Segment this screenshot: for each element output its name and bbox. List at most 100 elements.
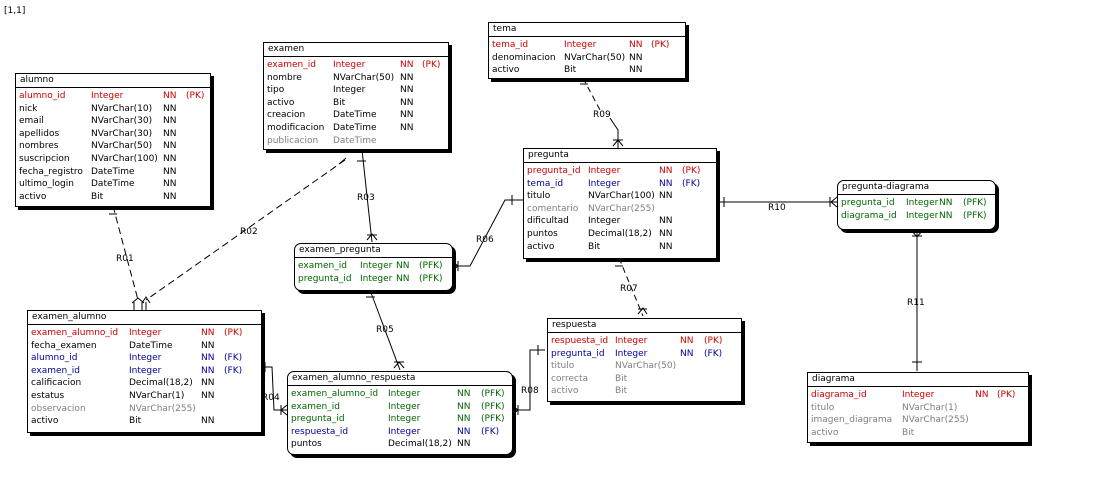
- column-name: observacion: [31, 403, 86, 414]
- column-null: NN: [163, 153, 177, 164]
- column-row[interactable]: activo Bit: [811, 427, 1028, 440]
- column-row[interactable]: email NVarChar(30) NN: [19, 115, 210, 128]
- column-row[interactable]: fecha_registro DateTime NN: [19, 166, 210, 179]
- column-row[interactable]: suscripcion NVarChar(100) NN: [19, 153, 210, 166]
- column-type: Integer: [588, 178, 621, 189]
- column-row[interactable]: observacion NVarChar(255): [31, 403, 261, 416]
- column-row[interactable]: activo Bit NN: [527, 241, 716, 254]
- column-row[interactable]: nombres NVarChar(50) NN: [19, 140, 210, 153]
- relationship-r08[interactable]: [511, 345, 545, 416]
- column-row[interactable]: examen_alumno_id Integer NN (PK): [31, 327, 261, 340]
- column-row[interactable]: alumno_id Integer NN (FK): [31, 352, 261, 365]
- column-type: NVarChar(50): [333, 72, 395, 83]
- column-row[interactable]: titulo NVarChar(1): [811, 402, 1028, 415]
- column-row[interactable]: correcta Bit: [551, 373, 741, 386]
- column-name: diagrama_id: [841, 210, 897, 221]
- column-row[interactable]: activo Bit NN: [31, 415, 261, 428]
- column-row[interactable]: calificacion Decimal(18,2) NN: [31, 377, 261, 390]
- column-row[interactable]: fecha_examen DateTime NN: [31, 340, 261, 353]
- column-null: NN: [939, 210, 953, 221]
- entity-examen[interactable]: examen examen_id Integer NN (PK) nombre NVarC…: [263, 42, 449, 150]
- column-row[interactable]: examen_alumno_id Integer NN (PFK): [291, 388, 512, 401]
- column-null: NN: [629, 52, 643, 63]
- column-row[interactable]: titulo NVarChar(100) NN: [527, 190, 716, 203]
- column-null: NN: [201, 353, 215, 364]
- column-row[interactable]: tema_id Integer NN (FK): [527, 178, 716, 191]
- column-row[interactable]: activo Bit NN: [267, 97, 448, 110]
- column-null: NN: [939, 198, 953, 208]
- column-row[interactable]: examen_id Integer NN (FK): [31, 365, 261, 378]
- column-row[interactable]: denominacion NVarChar(50) NN: [492, 52, 685, 65]
- entity-pregunta[interactable]: pregunta pregunta_id Integer NN (PK) tema_id…: [523, 148, 717, 259]
- column-row[interactable]: nombre NVarChar(50) NN: [267, 72, 448, 85]
- column-key: (PFK): [419, 261, 443, 271]
- column-row[interactable]: examen_id Integer NN (PK): [267, 59, 448, 72]
- entity-tema[interactable]: tema tema_id Integer NN (PK) denominacion NVa…: [488, 22, 686, 79]
- column-name: pregunta_id: [841, 198, 895, 208]
- column-row[interactable]: activo Bit: [551, 385, 741, 398]
- column-row[interactable]: pregunta_id Integer NN (PFK): [841, 197, 995, 210]
- column-row[interactable]: diagrama_id Integer NN (PFK): [841, 210, 995, 223]
- entity-respuesta[interactable]: respuesta respuesta_id Integer NN (PK) pregu…: [547, 318, 742, 402]
- column-row[interactable]: activo Bit NN: [492, 64, 685, 77]
- column-type: NVarChar(30): [91, 116, 153, 127]
- column-row[interactable]: publicacion DateTime: [267, 135, 448, 148]
- relationship-label-r05: R05: [376, 325, 394, 335]
- column-row[interactable]: creacion DateTime NN: [267, 109, 448, 122]
- column-row[interactable]: respuesta_id Integer NN (PK): [551, 335, 741, 348]
- column-null: NN: [680, 336, 694, 346]
- column-row[interactable]: dificultad Integer NN: [527, 215, 716, 228]
- column-row[interactable]: examen_id Integer NN (PFK): [291, 401, 512, 414]
- relationship-label-r04: R04: [262, 393, 280, 403]
- column-type: Integer: [333, 60, 366, 70]
- column-list: diagrama_id Integer NN (PK) titulo NVarChar(1…: [808, 387, 1028, 441]
- column-row[interactable]: diagrama_id Integer NN (PK): [811, 389, 1028, 402]
- column-row[interactable]: pregunta_id Integer NN (PFK): [298, 273, 452, 286]
- column-row[interactable]: tipo Integer NN: [267, 84, 448, 97]
- column-type: Integer: [388, 414, 421, 425]
- column-row[interactable]: pregunta_id Integer NN (PK): [527, 165, 716, 178]
- relationship-r04[interactable]: [260, 362, 288, 416]
- relationship-label-r03: R03: [357, 193, 375, 203]
- column-row[interactable]: puntos Decimal(18,2) NN: [527, 228, 716, 241]
- entity-examen-alumno[interactable]: examen_alumno examen_alumno_id Integer NN (…: [27, 310, 262, 433]
- entity-examen-pregunta[interactable]: examen_pregunta examen_id Integer NN (PFK) p…: [294, 243, 453, 291]
- column-type: NVarChar(255): [588, 203, 655, 214]
- column-null: NN: [659, 241, 673, 252]
- column-row[interactable]: pregunta_id Integer NN (PFK): [291, 413, 512, 426]
- column-key: (PK): [682, 166, 701, 176]
- entity-examen-alumno-respuesta[interactable]: examen_alumno_respuesta examen_alumno_id…: [287, 371, 513, 455]
- entity-diagrama[interactable]: diagrama diagrama_id Integer NN (PK) titulo N…: [807, 372, 1029, 443]
- column-null: NN: [396, 273, 410, 284]
- column-name: pregunta_id: [551, 348, 605, 359]
- column-type: Integer: [615, 336, 648, 346]
- column-row[interactable]: examen_id Integer NN (PFK): [298, 260, 452, 273]
- coordinate-label: [1,1]: [4, 6, 26, 16]
- entity-pregunta-diagrama[interactable]: pregunta-diagrama pregunta_id Integer NN (P…: [837, 180, 996, 230]
- column-null: NN: [201, 416, 215, 427]
- column-row[interactable]: alumno_id Integer NN (PK): [19, 90, 210, 103]
- column-row[interactable]: estatus NVarChar(1) NN: [31, 390, 261, 403]
- relationship-r06[interactable]: [451, 195, 523, 272]
- column-type: Integer: [360, 273, 393, 284]
- column-row[interactable]: comentario NVarChar(255): [527, 203, 716, 216]
- relationship-label-r09: R09: [593, 110, 611, 120]
- column-row[interactable]: nick NVarChar(10) NN: [19, 103, 210, 116]
- column-null: NN: [629, 40, 643, 50]
- entity-alumno[interactable]: alumno alumno_id Integer NN (PK) nick NVarCha…: [15, 73, 211, 207]
- column-row[interactable]: respuesta_id Integer NN (FK): [291, 426, 512, 439]
- column-row[interactable]: pregunta_id Integer NN (FK): [551, 348, 741, 361]
- column-name: alumno_id: [19, 91, 66, 101]
- column-row[interactable]: titulo NVarChar(50): [551, 360, 741, 373]
- column-row[interactable]: modificacion DateTime NN: [267, 122, 448, 135]
- column-row[interactable]: puntos Decimal(18,2) NN: [291, 438, 512, 451]
- column-name: activo: [527, 241, 555, 252]
- column-row[interactable]: activo Bit NN: [19, 191, 210, 204]
- column-row[interactable]: apellidos NVarChar(30) NN: [19, 128, 210, 141]
- column-name: nombre: [267, 72, 302, 83]
- column-null: NN: [400, 72, 414, 83]
- column-row[interactable]: imagen_diagrama NVarChar(255): [811, 414, 1028, 427]
- column-row[interactable]: tema_id Integer NN (PK): [492, 39, 685, 52]
- column-name: examen_id: [267, 60, 316, 70]
- column-row[interactable]: ultimo_login DateTime NN: [19, 178, 210, 191]
